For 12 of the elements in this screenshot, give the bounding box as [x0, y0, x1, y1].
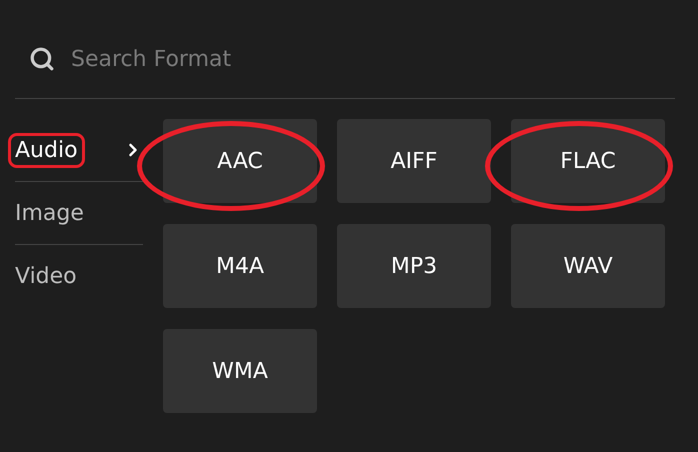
search-icon — [29, 46, 55, 72]
format-button[interactable]: WMA — [163, 329, 317, 413]
format-button[interactable]: AAC — [163, 119, 317, 203]
category-item[interactable]: Audio — [8, 132, 85, 168]
format-button[interactable]: M4A — [163, 224, 317, 308]
category-item[interactable]: Video — [8, 258, 84, 294]
category-item[interactable]: Image — [8, 196, 91, 230]
format-button[interactable]: WAV — [511, 224, 665, 308]
format-button[interactable]: FLAC — [511, 119, 665, 203]
format-button[interactable]: MP3 — [337, 224, 491, 308]
search-field[interactable]: Search Format — [71, 46, 471, 72]
format-button[interactable]: AIFF — [337, 119, 491, 203]
